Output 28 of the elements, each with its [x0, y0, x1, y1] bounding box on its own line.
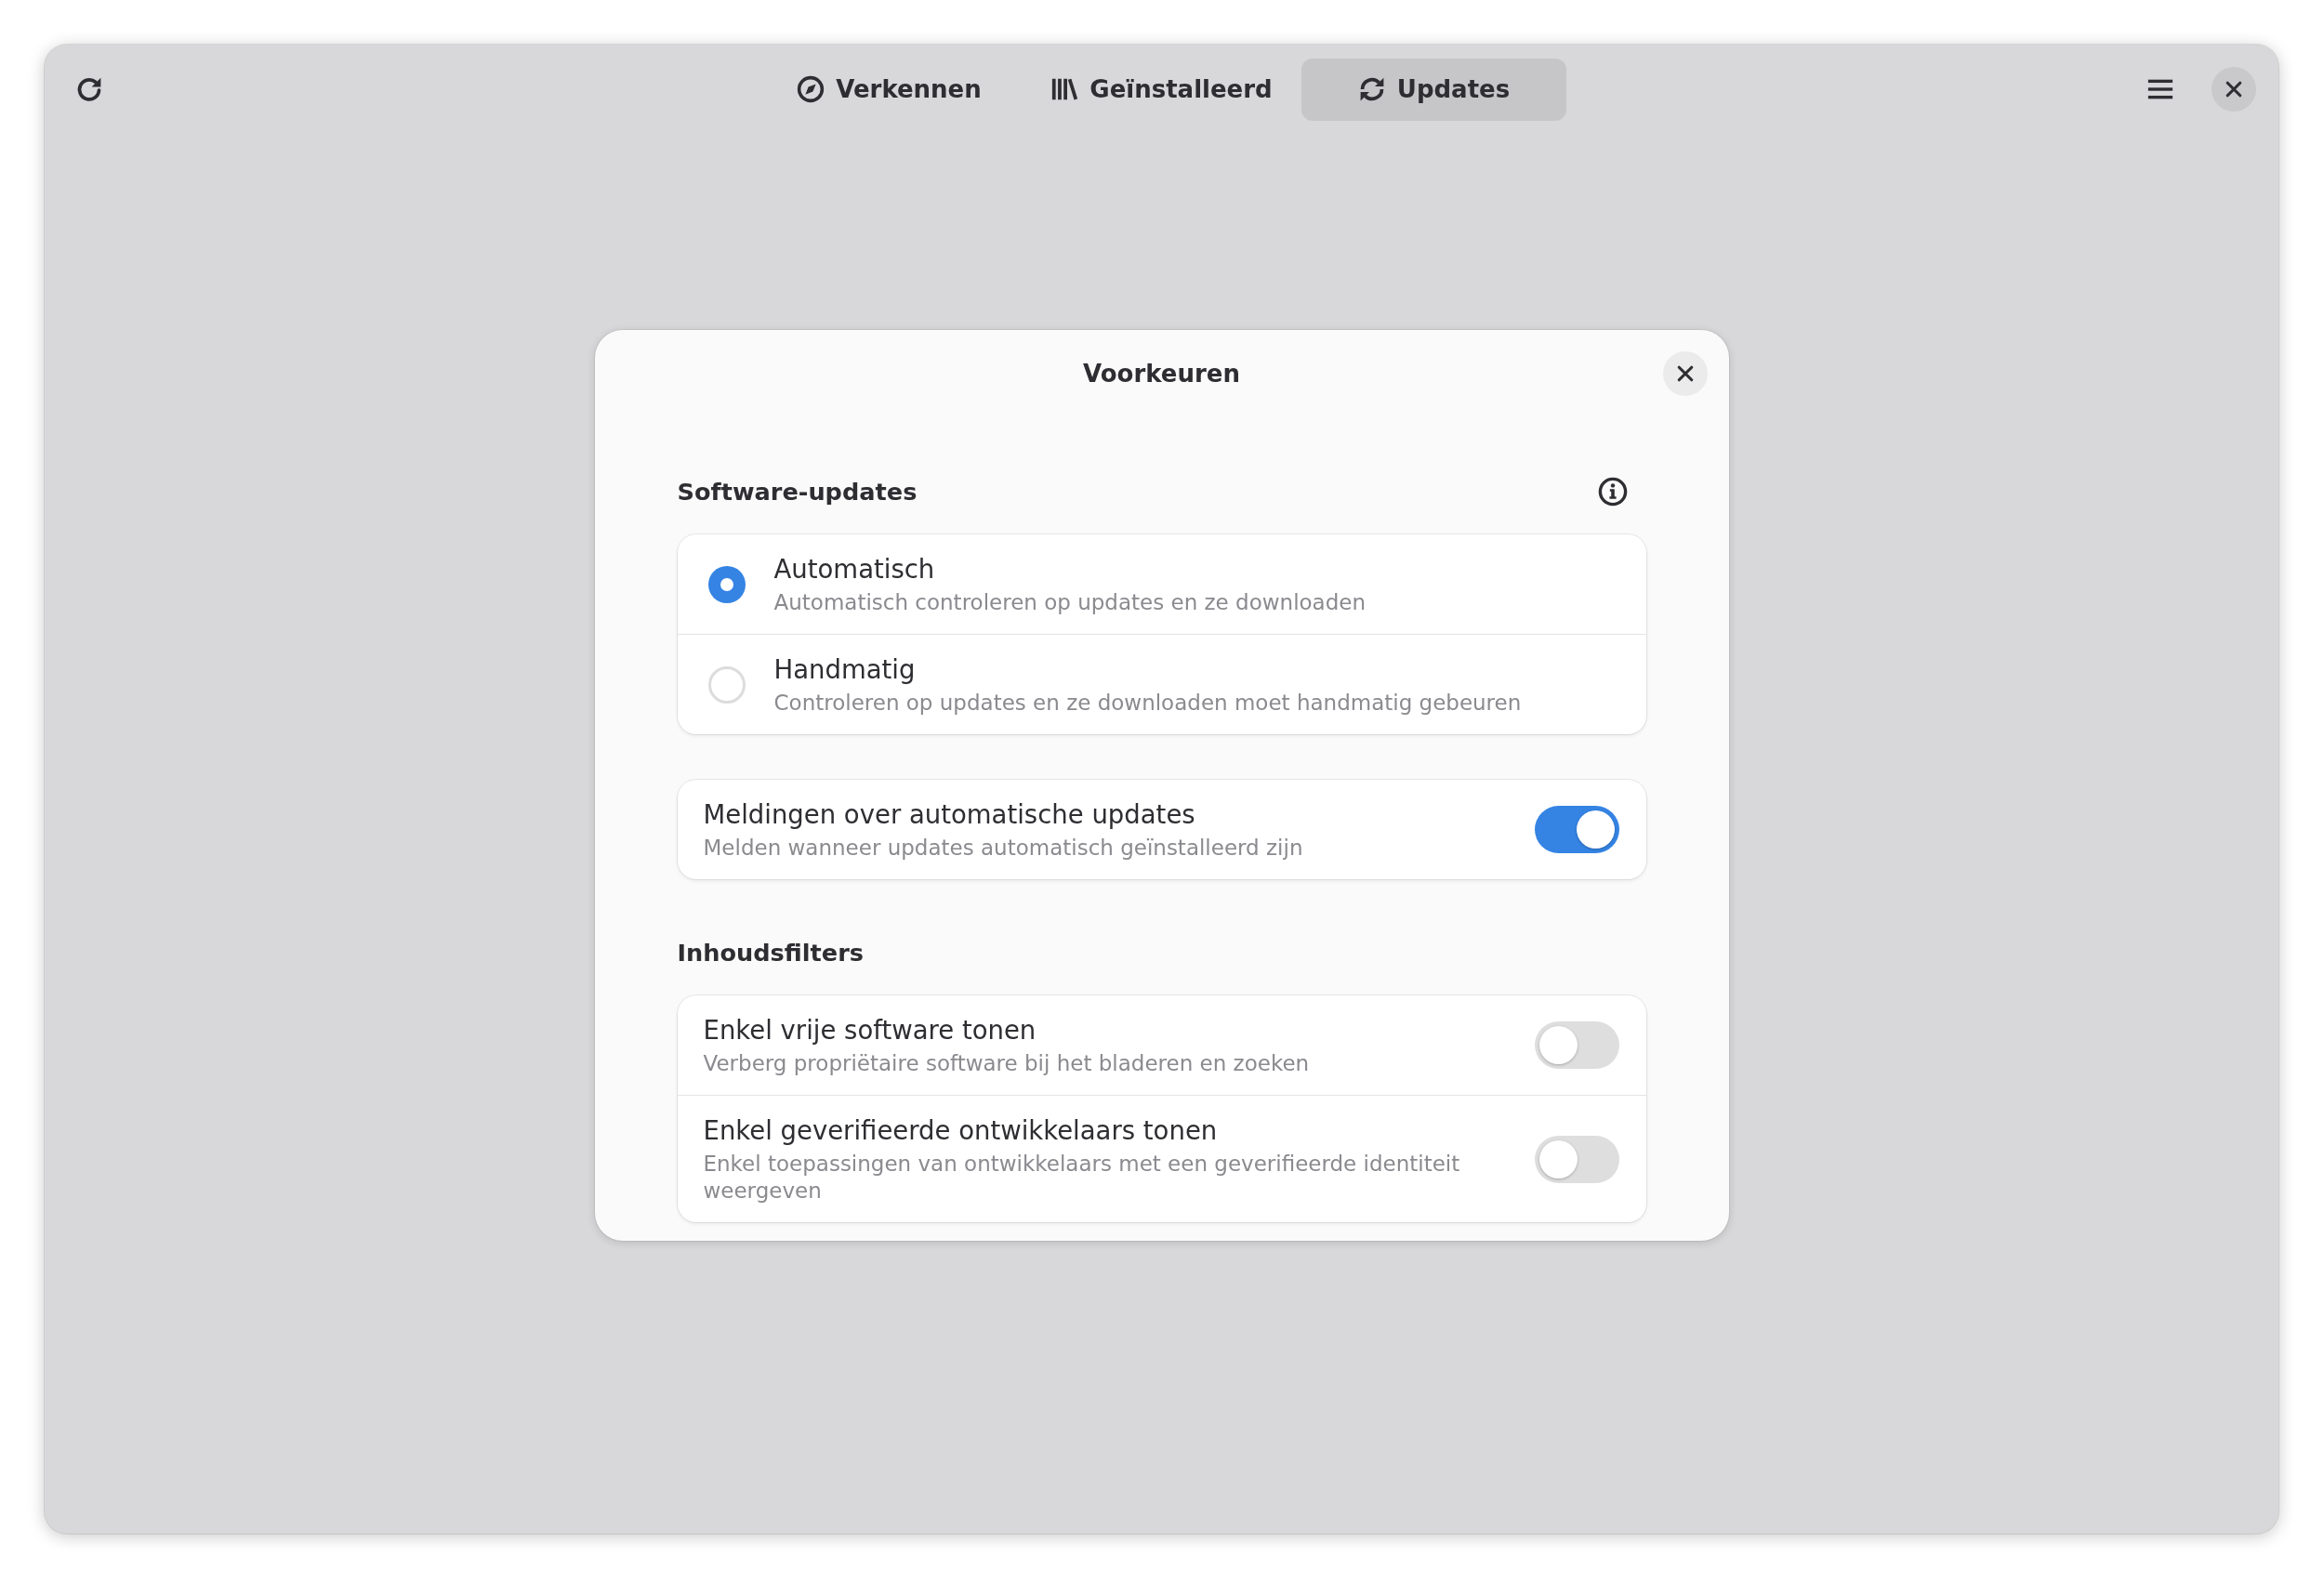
option-title: Handmatig [773, 653, 917, 686]
info-icon[interactable] [1597, 477, 1628, 507]
toggle-switch[interactable] [1534, 1135, 1619, 1183]
option-description: Enkel toepassingen van ontwikkelaars met een geverifieerde identiteit weergeven [703, 1151, 1461, 1205]
section-heading: Software-updates [677, 478, 918, 506]
radio-button[interactable] [707, 565, 746, 603]
close-button[interactable] [1662, 351, 1708, 396]
toggle-switch[interactable] [1534, 1021, 1619, 1069]
option-description: Controleren op updates en ze downloaden moet handmatig gebeuren [773, 690, 1523, 717]
view-tab[interactable]: Verkennen [757, 58, 1022, 121]
option-description: Automatisch controleren op updates en ze downloaden [773, 589, 1367, 616]
option-description: Verberg propriëtaire software bij het bladeren en zoeken [703, 1050, 1311, 1077]
option-description: Melden wanneer updates automatisch geïnstalleerd zijn [703, 835, 1304, 862]
toggle-switch[interactable] [1534, 806, 1619, 853]
option-title: Enkel vrije software tonen [703, 1014, 1037, 1047]
section-heading: Inhoudsfilters [677, 939, 864, 967]
view-tab[interactable]: Geïnstalleerd [1029, 58, 1294, 121]
option-title: Meldingen over automatische updates [703, 798, 1196, 831]
option-title: Automatisch [773, 553, 936, 586]
close-icon [2225, 81, 2242, 98]
refresh-icon [75, 75, 103, 103]
radio-button[interactable] [707, 665, 746, 704]
close-button[interactable] [2212, 67, 2256, 112]
view-tab[interactable]: Updates [1301, 58, 1566, 121]
close-icon [1676, 365, 1694, 382]
option-title: Enkel geverifieerde ontwikkelaars tonen [703, 1114, 1219, 1147]
compass-icon [797, 75, 825, 103]
dialog-title: Voorkeuren [1083, 360, 1240, 388]
